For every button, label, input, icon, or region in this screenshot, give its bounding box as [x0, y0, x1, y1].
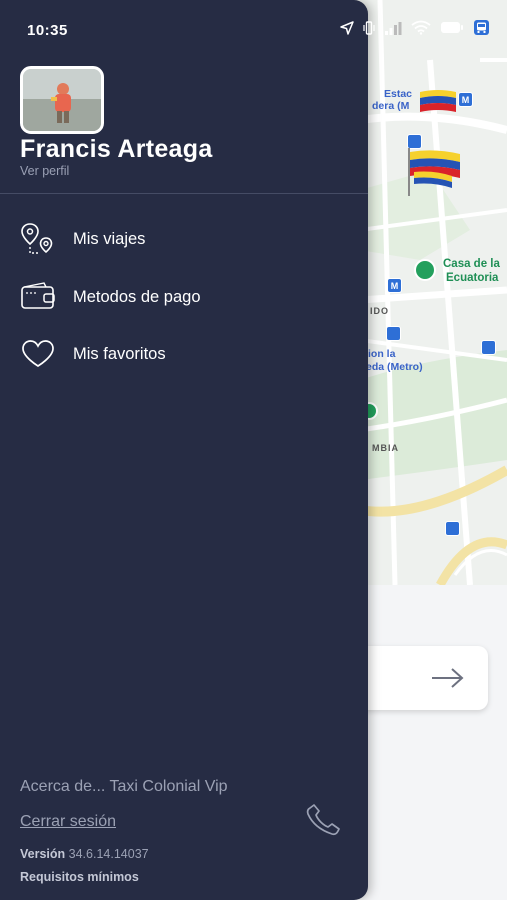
requirements-link[interactable]: Requisitos mínimos — [20, 870, 139, 884]
battery-icon — [441, 22, 463, 33]
heart-icon — [20, 337, 56, 371]
profile-photo — [23, 69, 101, 131]
route-pins-icon — [20, 222, 56, 256]
map-label-casa: Casa de la — [443, 258, 500, 270]
menu-item-label: Mis viajes — [73, 229, 146, 248]
logout-link[interactable]: Cerrar sesión — [20, 813, 116, 831]
menu-item-payment-methods[interactable]: Metodos de pago — [0, 272, 368, 322]
navigation-drawer: Francis Arteaga Ver perfil Mis viajes Me… — [0, 0, 368, 900]
version-label: Versión — [20, 847, 66, 861]
view-profile-link[interactable]: Ver perfil — [20, 164, 69, 178]
map-label-metro: ion la — [368, 348, 396, 360]
version-info: Versión 34.6.14.14037 — [20, 847, 149, 861]
map-label-area: MBIA — [372, 443, 399, 453]
map-label-station-sub: dera (M — [372, 100, 410, 112]
map-label-casa-sub: Ecuatoria — [446, 272, 499, 284]
status-icons — [340, 19, 490, 36]
museum-pin-icon[interactable] — [414, 259, 436, 281]
bus-stop-icon[interactable] — [407, 134, 422, 149]
menu-item-favorites[interactable]: Mis favoritos — [0, 329, 368, 379]
wifi-icon — [411, 20, 431, 35]
bus-stop-icon[interactable] — [386, 326, 401, 341]
map-label-station: Estac — [384, 88, 413, 100]
menu-item-my-trips[interactable]: Mis viajes — [0, 214, 368, 264]
wallet-icon — [20, 280, 56, 314]
metro-station-icon[interactable]: M — [387, 278, 402, 293]
ecuador-flag-icon — [408, 148, 460, 196]
status-time: 10:35 — [27, 22, 68, 39]
metro-station-icon[interactable]: M — [458, 92, 473, 107]
ecuador-flag-icon — [420, 90, 456, 112]
vibrate-icon — [363, 20, 375, 35]
bus-stop-icon[interactable] — [445, 521, 460, 536]
avatar[interactable] — [20, 66, 104, 134]
location-arrow-icon — [340, 20, 354, 35]
phone-icon[interactable] — [304, 803, 344, 837]
map-label-metro-sub: eda (Metro) — [366, 361, 423, 373]
bus-stop-icon[interactable] — [481, 340, 496, 355]
menu-item-label: Metodos de pago — [73, 287, 201, 306]
bus-notification-icon — [474, 20, 489, 35]
status-bar: 10:35 — [0, 0, 507, 60]
divider — [0, 193, 368, 194]
about-link[interactable]: Acerca de... Taxi Colonial Vip — [20, 778, 228, 796]
arrow-right-icon[interactable] — [430, 666, 466, 690]
map-label-district: IDO — [370, 306, 390, 316]
version-value: 34.6.14.14037 — [68, 847, 149, 861]
signal-icon — [385, 21, 402, 35]
user-name: Francis Arteaga — [20, 135, 213, 163]
menu-item-label: Mis favoritos — [73, 344, 166, 363]
